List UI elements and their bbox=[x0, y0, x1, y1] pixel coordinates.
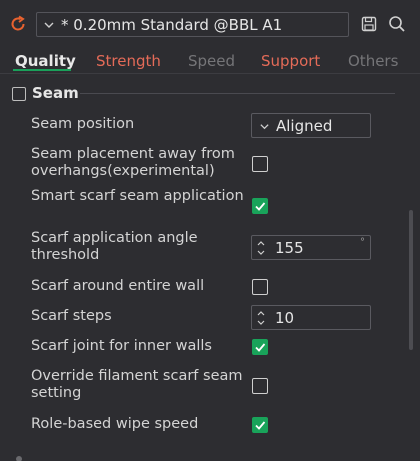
tab-speed[interactable]: Speed bbox=[188, 52, 235, 70]
search-icon[interactable] bbox=[388, 15, 406, 33]
chevron-down-icon bbox=[44, 22, 54, 28]
scarf-steps-spinbox[interactable]: 10 bbox=[251, 305, 371, 330]
save-icon[interactable] bbox=[361, 16, 377, 32]
checkmark-icon bbox=[255, 202, 266, 211]
bottom-indicator bbox=[16, 456, 22, 461]
seam-position-value: Aligned bbox=[276, 117, 333, 135]
scarf-angle-label: Scarf application angle threshold bbox=[31, 230, 198, 263]
scarf-steps-label: Scarf steps bbox=[31, 308, 112, 324]
spin-arrows-icon[interactable] bbox=[256, 238, 266, 258]
scarf-entire-wall-checkbox[interactable] bbox=[252, 279, 268, 295]
tab-strength[interactable]: Strength bbox=[96, 52, 161, 70]
preset-label: * 0.20mm Standard @BBL A1 bbox=[61, 16, 283, 34]
tab-others[interactable]: Others bbox=[348, 52, 398, 70]
seam-away-overhangs-label: Seam placement away from overhangs(exper… bbox=[31, 146, 235, 179]
active-tab-indicator bbox=[13, 69, 71, 71]
tabs-divider bbox=[0, 73, 420, 74]
section-title: Seam bbox=[32, 84, 79, 102]
override-filament-scarf-label: Override filament scarf seam setting bbox=[31, 368, 243, 401]
scarf-steps-value: 10 bbox=[275, 309, 295, 327]
seam-away-overhangs-checkbox[interactable] bbox=[252, 156, 268, 172]
scarf-angle-unit: ° bbox=[360, 237, 365, 248]
checkmark-icon bbox=[255, 343, 266, 352]
scarf-inner-walls-checkbox[interactable] bbox=[252, 339, 268, 355]
role-based-wipe-label: Role-based wipe speed bbox=[31, 416, 199, 432]
checkmark-icon bbox=[255, 421, 266, 430]
scarf-entire-wall-label: Scarf around entire wall bbox=[31, 278, 205, 294]
seam-position-dropdown[interactable]: Aligned bbox=[251, 113, 371, 138]
smart-scarf-checkbox[interactable] bbox=[252, 198, 268, 214]
scarf-angle-spinbox[interactable]: 155 ° bbox=[251, 235, 371, 260]
scarf-inner-walls-label: Scarf joint for inner walls bbox=[31, 338, 212, 354]
sync-icon[interactable] bbox=[8, 14, 28, 34]
role-based-wipe-checkbox[interactable] bbox=[252, 417, 268, 433]
section-divider bbox=[80, 93, 395, 94]
top-bar: * 0.20mm Standard @BBL A1 bbox=[0, 0, 420, 48]
scrollbar-thumb[interactable] bbox=[409, 210, 413, 350]
seam-section-icon bbox=[12, 87, 26, 101]
override-filament-scarf-checkbox[interactable] bbox=[252, 378, 268, 394]
tab-quality[interactable]: Quality bbox=[15, 52, 76, 70]
tab-support[interactable]: Support bbox=[261, 52, 320, 70]
chevron-down-icon bbox=[260, 124, 269, 130]
scarf-angle-value: 155 bbox=[275, 239, 304, 257]
seam-position-label: Seam position bbox=[31, 116, 135, 132]
smart-scarf-label: Smart scarf seam application bbox=[31, 188, 244, 204]
preset-dropdown[interactable]: * 0.20mm Standard @BBL A1 bbox=[36, 12, 349, 37]
spin-arrows-icon[interactable] bbox=[256, 308, 266, 328]
